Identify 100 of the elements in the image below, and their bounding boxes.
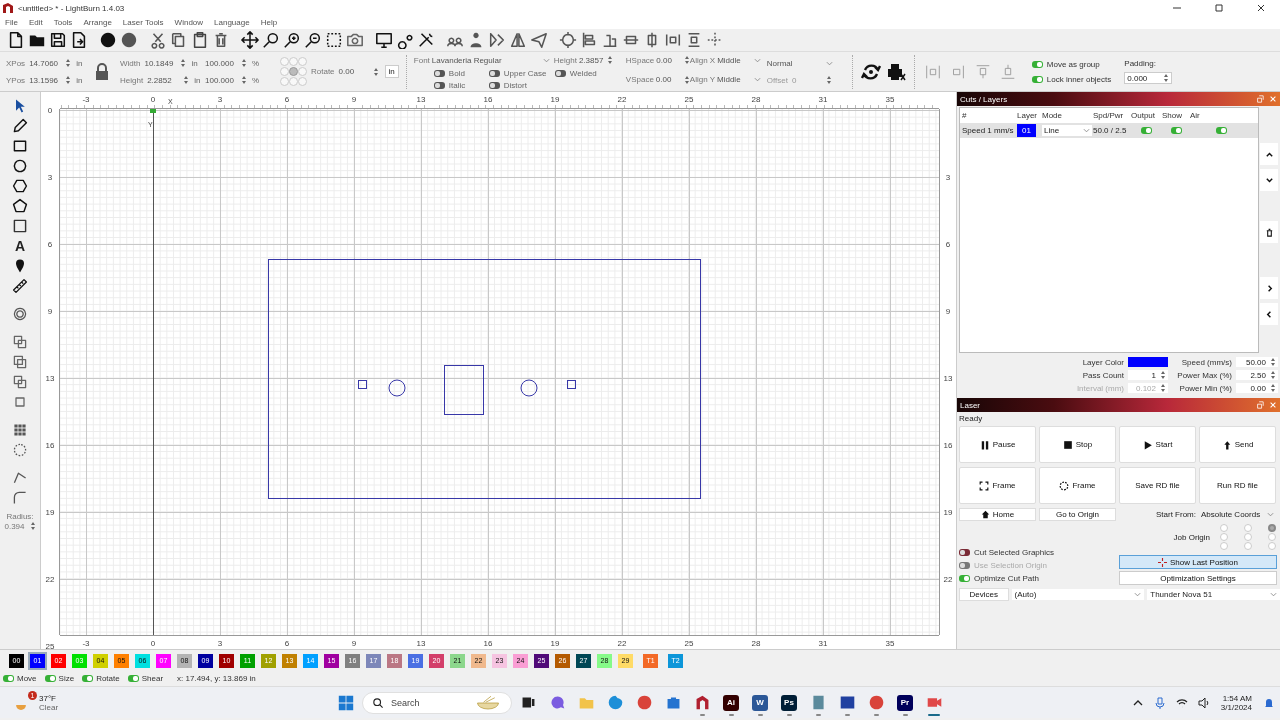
size-field[interactable]: 2.2852 [147, 75, 180, 85]
laser-button[interactable]: Pause [959, 426, 1036, 463]
rotate-field[interactable]: 0.00 [338, 67, 369, 76]
layer-color-swatch[interactable] [1128, 357, 1168, 367]
align-icon[interactable] [580, 31, 598, 49]
spinner-icon[interactable] [1160, 383, 1166, 393]
overlap-squares-icon[interactable] [12, 334, 28, 350]
toggle-switch[interactable] [3, 675, 14, 682]
camera-icon[interactable] [346, 31, 364, 49]
spinner-icon[interactable] [183, 75, 190, 85]
spinner-icon[interactable] [826, 75, 832, 85]
float-icon[interactable] [1256, 401, 1264, 409]
pentagon-icon[interactable] [12, 198, 28, 214]
power-field[interactable]: 0.00 [1236, 383, 1278, 393]
hspace-field[interactable]: 0.00 [656, 55, 682, 65]
go-to-origin-button[interactable]: Go to Origin [1039, 508, 1116, 521]
hexagon-icon[interactable] [12, 178, 28, 194]
laser-button[interactable]: Run RD file [1199, 467, 1276, 504]
search-input[interactable]: Search [389, 696, 473, 709]
mode-dropdown[interactable]: Line [1042, 125, 1092, 136]
radio-button[interactable] [1220, 542, 1228, 550]
menu-item[interactable]: File [5, 18, 18, 27]
next-button[interactable] [1260, 277, 1278, 299]
vspace-field[interactable]: 0.00 [655, 75, 682, 84]
padding-field[interactable]: 0.000 [1124, 72, 1173, 84]
toggle-switch[interactable] [433, 70, 445, 77]
lock-icon[interactable] [95, 62, 109, 81]
delete-button[interactable] [1260, 221, 1278, 243]
toggle-switch[interactable] [1170, 127, 1182, 134]
rectangle-icon[interactable] [12, 138, 28, 154]
rounded-corner-icon[interactable] [12, 490, 28, 506]
text-height-field[interactable]: 2.3857 [578, 55, 605, 65]
toggle-switch[interactable] [959, 549, 970, 556]
toggle-switch[interactable] [1031, 60, 1043, 68]
mirror-icon[interactable] [488, 31, 506, 49]
layer-row[interactable]: Speed 1 mm/s 01 Line 50.0 / 2.5 [960, 123, 1258, 138]
radio-button[interactable] [1244, 542, 1252, 550]
menu-item[interactable]: Help [260, 18, 278, 27]
grid-icon[interactable] [12, 422, 28, 438]
radio-button[interactable] [1268, 524, 1276, 532]
align-x-dropdown[interactable]: Middle [717, 55, 762, 65]
toggle-switch[interactable] [44, 675, 56, 682]
frame-icon[interactable] [12, 218, 28, 234]
close-icon[interactable] [1256, 3, 1266, 13]
target-icon[interactable] [559, 31, 577, 49]
spinner-icon[interactable] [65, 58, 72, 68]
laser-button[interactable]: Save RD file [1119, 467, 1196, 504]
menu-item[interactable]: Edit [28, 18, 43, 27]
toggle-switch[interactable] [82, 675, 94, 682]
magnifier-icon[interactable] [262, 31, 280, 49]
scale-field[interactable]: 100.000 [205, 58, 237, 68]
toggle-switch[interactable] [554, 70, 566, 77]
menu-item[interactable]: Laser Tools [122, 18, 164, 27]
search-box[interactable]: Search [362, 691, 512, 714]
toggle-switch[interactable] [127, 675, 139, 682]
laser-button[interactable]: Stop [1039, 426, 1116, 463]
spinner-icon[interactable] [1270, 357, 1276, 367]
paper-plane-icon[interactable] [530, 31, 548, 49]
toggle-switch[interactable] [1141, 127, 1152, 134]
menu-item[interactable]: Window [174, 18, 204, 27]
float-icon[interactable] [1256, 95, 1264, 103]
tools-icon[interactable] [417, 31, 435, 49]
scissors-icon[interactable] [149, 31, 167, 49]
speed-field[interactable]: 50.00 [1236, 357, 1278, 367]
ruler-icon[interactable] [12, 278, 28, 294]
offset-ring-icon[interactable] [12, 306, 28, 322]
radio-button[interactable] [1244, 524, 1252, 532]
home-button[interactable]: Home [959, 508, 1036, 521]
text-tool[interactable]: A [14, 238, 26, 254]
spinner-icon[interactable] [606, 55, 613, 65]
menu-item[interactable]: Tools [53, 18, 73, 27]
maximize-icon[interactable] [1214, 3, 1224, 13]
export-file-icon[interactable] [70, 31, 88, 49]
scale-field[interactable]: 100.000 [205, 75, 237, 85]
zoom-out-icon[interactable] [304, 31, 322, 49]
mirror-icon[interactable] [509, 31, 527, 49]
microphone-icon[interactable] [1153, 696, 1166, 709]
unit-button[interactable]: in [384, 65, 399, 78]
toggle-switch[interactable] [1031, 75, 1043, 83]
spinner-icon[interactable] [683, 74, 690, 85]
font-dropdown[interactable]: Lavanderia Regular [431, 55, 550, 65]
design-square[interactable] [567, 380, 576, 389]
overlap-squares-icon[interactable] [12, 394, 28, 410]
zoom-in-icon[interactable] [283, 31, 301, 49]
radio-button[interactable] [1268, 533, 1276, 541]
spinner-icon[interactable] [683, 55, 690, 65]
taskbar-app[interactable]: W [750, 688, 770, 717]
radio-button[interactable] [1220, 524, 1228, 532]
radio-button[interactable] [1220, 533, 1228, 541]
spinner-icon[interactable] [1270, 383, 1276, 393]
power-field[interactable]: 2.50 [1236, 370, 1278, 380]
overlap-squares-icon[interactable] [12, 374, 28, 390]
spinner-icon[interactable] [241, 75, 247, 85]
radio-button[interactable] [1268, 542, 1276, 550]
position-field[interactable]: 13.1596 [29, 75, 62, 85]
pen-icon[interactable] [12, 118, 28, 134]
toggle-switch[interactable] [959, 575, 970, 582]
bell-icon[interactable] [1263, 696, 1275, 709]
laser-button[interactable]: Start [1119, 426, 1196, 463]
spinner-icon[interactable] [1163, 73, 1170, 83]
